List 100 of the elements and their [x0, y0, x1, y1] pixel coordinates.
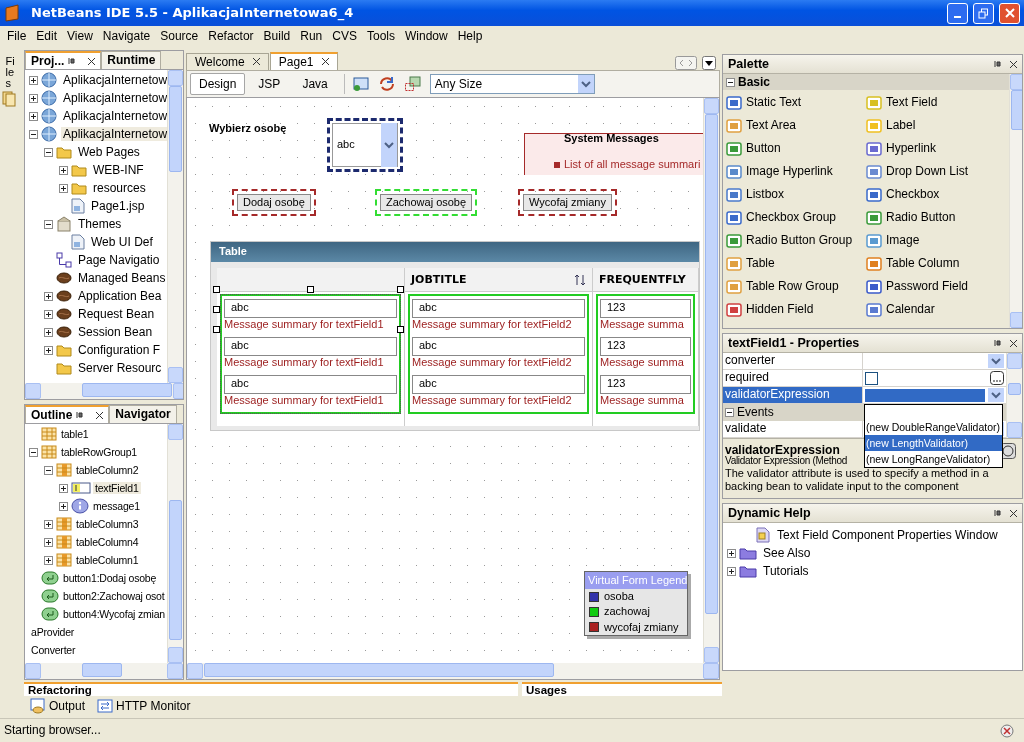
resize-handle[interactable] — [397, 286, 404, 293]
panel-tab[interactable]: Navigator — [109, 405, 177, 423]
palette-item[interactable]: Text Field — [866, 91, 1006, 114]
palette-item[interactable]: Drop Down List — [866, 160, 1006, 183]
editor-tab[interactable]: Page1 — [269, 51, 338, 70]
expand-toggle[interactable] — [29, 129, 38, 139]
palette-item[interactable]: Checkbox — [866, 183, 1006, 206]
expand-toggle[interactable] — [44, 465, 53, 475]
close-icon[interactable] — [96, 411, 104, 419]
panel-tab[interactable]: Proj... — [25, 51, 102, 69]
tree-item[interactable]: AplikacjaInternetow — [61, 72, 167, 88]
expand-toggle[interactable] — [44, 345, 53, 355]
expand-toggle[interactable] — [59, 165, 68, 175]
scrollbar-thumb[interactable] — [1008, 383, 1021, 395]
panel-tab[interactable]: Outline — [25, 405, 110, 423]
menu-item[interactable]: Source — [155, 28, 204, 44]
expand-toggle[interactable] — [44, 219, 53, 229]
form-button[interactable]: Zachowaj osobę — [380, 194, 473, 212]
tree-item[interactable]: Page1.jsp — [89, 198, 147, 214]
expand-toggle[interactable] — [29, 447, 38, 457]
menu-item[interactable]: Refactor — [203, 28, 259, 44]
column-header[interactable]: FREQUENTFLY — [593, 268, 698, 292]
text-field[interactable]: abc — [224, 375, 397, 394]
scrollbar-thumb[interactable] — [169, 86, 182, 172]
menu-item[interactable]: Run — [295, 28, 328, 44]
expand-toggle[interactable] — [29, 93, 38, 103]
close-icon[interactable] — [1010, 339, 1017, 347]
palette-item[interactable]: Button — [726, 137, 866, 160]
maximize-button[interactable] — [973, 2, 994, 24]
tree-item[interactable]: tableColumn1 — [74, 553, 141, 567]
side-tab[interactable]: Files — [5, 56, 17, 89]
tree-item[interactable]: tableColumn4 — [74, 535, 141, 549]
checkbox[interactable] — [865, 371, 878, 385]
palette-item[interactable]: Radio Button — [866, 206, 1006, 229]
property-name[interactable]: validatorExpression — [723, 387, 863, 404]
palette-item[interactable]: Table — [726, 252, 866, 275]
text-field[interactable]: abc — [224, 299, 397, 318]
tree-item[interactable]: Tutorials — [761, 563, 811, 579]
palette-item[interactable]: Checkbox Group — [726, 206, 866, 229]
palette-item[interactable]: Image Hyperlink — [726, 160, 866, 183]
scrollbar-thumb[interactable] — [705, 114, 718, 614]
close-button[interactable] — [999, 2, 1020, 24]
text-field[interactable]: abc — [224, 337, 397, 356]
menu-item[interactable]: Tools — [362, 28, 400, 44]
expand-toggle[interactable] — [59, 501, 68, 511]
scrollbar-thumb[interactable] — [82, 383, 172, 397]
menu-item[interactable]: File — [2, 28, 32, 44]
palette-item[interactable]: Hidden Field — [726, 298, 866, 321]
close-icon[interactable] — [88, 57, 96, 65]
tree-item[interactable]: Request Bean — [76, 306, 157, 322]
expand-toggle[interactable] — [44, 519, 53, 529]
tree-item[interactable]: Managed Beans — [76, 270, 167, 286]
close-icon[interactable] — [321, 58, 329, 66]
text-field[interactable]: 123 — [600, 375, 691, 394]
palette-item[interactable]: Table Row Group — [726, 275, 866, 298]
form-button[interactable]: Dodaj osobę — [237, 194, 311, 212]
expand-toggle[interactable] — [44, 555, 53, 565]
tree-item[interactable]: Session Bean — [76, 324, 155, 340]
category-header[interactable]: Basic — [738, 74, 771, 90]
tree-item[interactable]: Application Bea — [76, 288, 164, 304]
text-field[interactable]: 123 — [600, 337, 691, 356]
palette-item[interactable]: Image — [866, 229, 1006, 252]
close-icon[interactable] — [1010, 60, 1017, 68]
menu-item[interactable]: Window — [400, 28, 453, 44]
menu-item[interactable]: Build — [258, 28, 296, 44]
list-option[interactable]: (new LengthValidator) — [865, 435, 1003, 451]
tree-item[interactable]: tableColumn2 — [74, 463, 141, 477]
panel-button[interactable]: Output — [30, 698, 86, 714]
scrollbar-thumb[interactable] — [82, 663, 122, 677]
tree-item[interactable]: resources — [91, 180, 148, 196]
value-field[interactable] — [865, 388, 985, 402]
editor-tab[interactable]: Welcome — [186, 52, 269, 70]
resize-handle[interactable] — [397, 326, 404, 333]
tree-item[interactable]: AplikacjaInternetow — [61, 126, 167, 142]
palette-item[interactable]: Password Field — [866, 275, 1006, 298]
palette-item[interactable]: Text Area — [726, 114, 866, 137]
list-option[interactable]: (new LongRangeValidator) — [865, 451, 1003, 467]
minimize-button[interactable] — [947, 2, 968, 24]
expand-toggle[interactable] — [727, 566, 736, 576]
tree-item[interactable]: Page Navigatio — [76, 252, 162, 268]
panel-tab[interactable]: Runtime — [101, 51, 162, 69]
tree-item[interactable]: textField1 — [93, 481, 141, 495]
expand-toggle[interactable] — [44, 327, 53, 337]
menu-item[interactable]: View — [62, 28, 98, 44]
palette-item[interactable]: Label — [866, 114, 1006, 137]
palette-item[interactable]: Radio Button Group — [726, 229, 866, 252]
resize-handle[interactable] — [213, 286, 220, 293]
tree-item[interactable]: Web Pages — [76, 144, 142, 160]
resize-handle[interactable] — [307, 286, 314, 293]
menu-item[interactable]: Edit — [31, 28, 63, 44]
tree-item[interactable]: tableColumn3 — [74, 517, 141, 531]
close-icon[interactable] — [252, 58, 260, 66]
panel-button[interactable]: HTTP Monitor — [97, 698, 191, 714]
tree-item[interactable]: message1 — [91, 499, 142, 513]
text-field[interactable]: 123 — [600, 299, 691, 318]
expand-toggle[interactable] — [44, 309, 53, 319]
tree-item[interactable]: Text Field Component Properties Window — [775, 527, 1000, 543]
section-header[interactable]: Events — [737, 405, 774, 420]
expand-toggle[interactable] — [59, 183, 68, 193]
tree-item[interactable]: button2:Zachowaj osot — [61, 589, 167, 603]
